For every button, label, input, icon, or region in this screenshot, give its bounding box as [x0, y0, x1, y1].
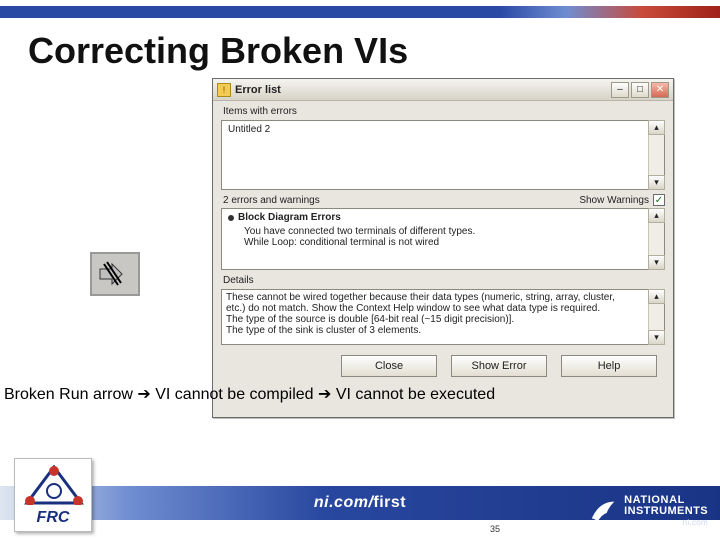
errors-warnings-pane[interactable]: Block Diagram Errors You have connected …	[221, 208, 665, 270]
error-line[interactable]: While Loop: conditional terminal is not …	[222, 237, 664, 248]
close-window-button[interactable]: ✕	[651, 82, 669, 98]
ni-eagle-icon	[588, 496, 618, 526]
show-warnings-checkbox[interactable]: ✓	[653, 194, 665, 206]
ni-text-line2: INSTRUMENTS	[624, 506, 708, 517]
details-label: Details	[213, 270, 673, 289]
details-pane[interactable]: These cannot be wired together because t…	[221, 289, 665, 345]
scroll-up-icon[interactable]: ▴	[648, 120, 665, 135]
scroll-down-icon[interactable]: ▾	[648, 255, 665, 270]
scroll-down-icon[interactable]: ▾	[648, 175, 665, 190]
frc-badge: FRC	[14, 458, 92, 532]
error-count-label: 2 errors and warnings	[223, 195, 320, 206]
arrow-icon: ➔	[318, 386, 331, 403]
details-line: The type of the source is double [64-bit…	[226, 314, 646, 325]
error-list-window: ! Error list – □ ✕ Items with errors Unt…	[212, 78, 674, 418]
slide-caption: Broken Run arrow ➔ VI cannot be compiled…	[0, 384, 495, 404]
show-warnings-label: Show Warnings	[579, 195, 649, 206]
errors-group-heading[interactable]: Block Diagram Errors	[222, 209, 664, 226]
footer-url-path: first	[373, 494, 406, 511]
caption-text: VI cannot be compiled	[151, 386, 318, 403]
slide-title: Correcting Broken VIs	[0, 18, 720, 72]
list-item[interactable]: Untitled 2	[222, 121, 664, 138]
minimize-button[interactable]: –	[611, 82, 629, 98]
scroll-down-icon[interactable]: ▾	[648, 330, 665, 345]
footer-url: ni.com/first	[314, 494, 406, 512]
slide-content: ! Error list – □ ✕ Items with errors Unt…	[0, 72, 720, 478]
scrollbar[interactable]: ▴ ▾	[648, 209, 664, 269]
broken-run-arrow-icon	[90, 252, 140, 296]
warnings-header: 2 errors and warnings Show Warnings ✓	[213, 190, 673, 208]
window-icon: !	[217, 83, 231, 97]
slide: Correcting Broken VIs ! Error list – □ ✕…	[0, 0, 720, 540]
caption-text: Broken Run arrow	[4, 386, 137, 403]
block-diagram-errors-label: Block Diagram Errors	[238, 212, 341, 223]
error-line[interactable]: You have connected two terminals of diff…	[222, 226, 664, 237]
items-with-errors-pane[interactable]: Untitled 2 ▴ ▾	[221, 120, 665, 190]
scroll-up-icon[interactable]: ▴	[648, 289, 665, 304]
item-name: Untitled 2	[228, 124, 270, 135]
footer-url-domain: ni.com/	[314, 494, 374, 511]
scroll-up-icon[interactable]: ▴	[648, 208, 665, 223]
frc-triangle-icon	[23, 465, 85, 505]
page-number: 35	[490, 524, 500, 534]
footer-bar: ni.com/first NATIONAL INSTRUMENTS ni.com	[0, 486, 720, 520]
window-titlebar[interactable]: ! Error list – □ ✕	[213, 79, 673, 101]
scrollbar[interactable]: ▴ ▾	[648, 290, 664, 344]
scrollbar[interactable]: ▴ ▾	[648, 121, 664, 189]
ni-logo: NATIONAL INSTRUMENTS ni.com	[588, 489, 708, 533]
top-accent-bar	[0, 0, 720, 18]
ni-text-line3: ni.com	[624, 519, 708, 527]
maximize-button[interactable]: □	[631, 82, 649, 98]
items-with-errors-label: Items with errors	[213, 101, 673, 120]
caption-text: VI cannot be executed	[331, 386, 495, 403]
arrow-icon: ➔	[137, 386, 150, 403]
details-line: These cannot be wired together because t…	[226, 292, 646, 303]
details-line: etc.) do not match. Show the Context Hel…	[226, 303, 646, 314]
show-error-button[interactable]: Show Error	[451, 355, 547, 377]
details-line: The type of the sink is cluster of 3 ele…	[226, 325, 646, 336]
bullet-icon	[228, 215, 234, 221]
help-button[interactable]: Help	[561, 355, 657, 377]
window-title: Error list	[235, 84, 611, 96]
frc-label: FRC	[15, 509, 91, 527]
close-button[interactable]: Close	[341, 355, 437, 377]
footer: ni.com/first NATIONAL INSTRUMENTS ni.com	[0, 478, 720, 540]
window-button-row: Close Show Error Help	[213, 345, 673, 377]
